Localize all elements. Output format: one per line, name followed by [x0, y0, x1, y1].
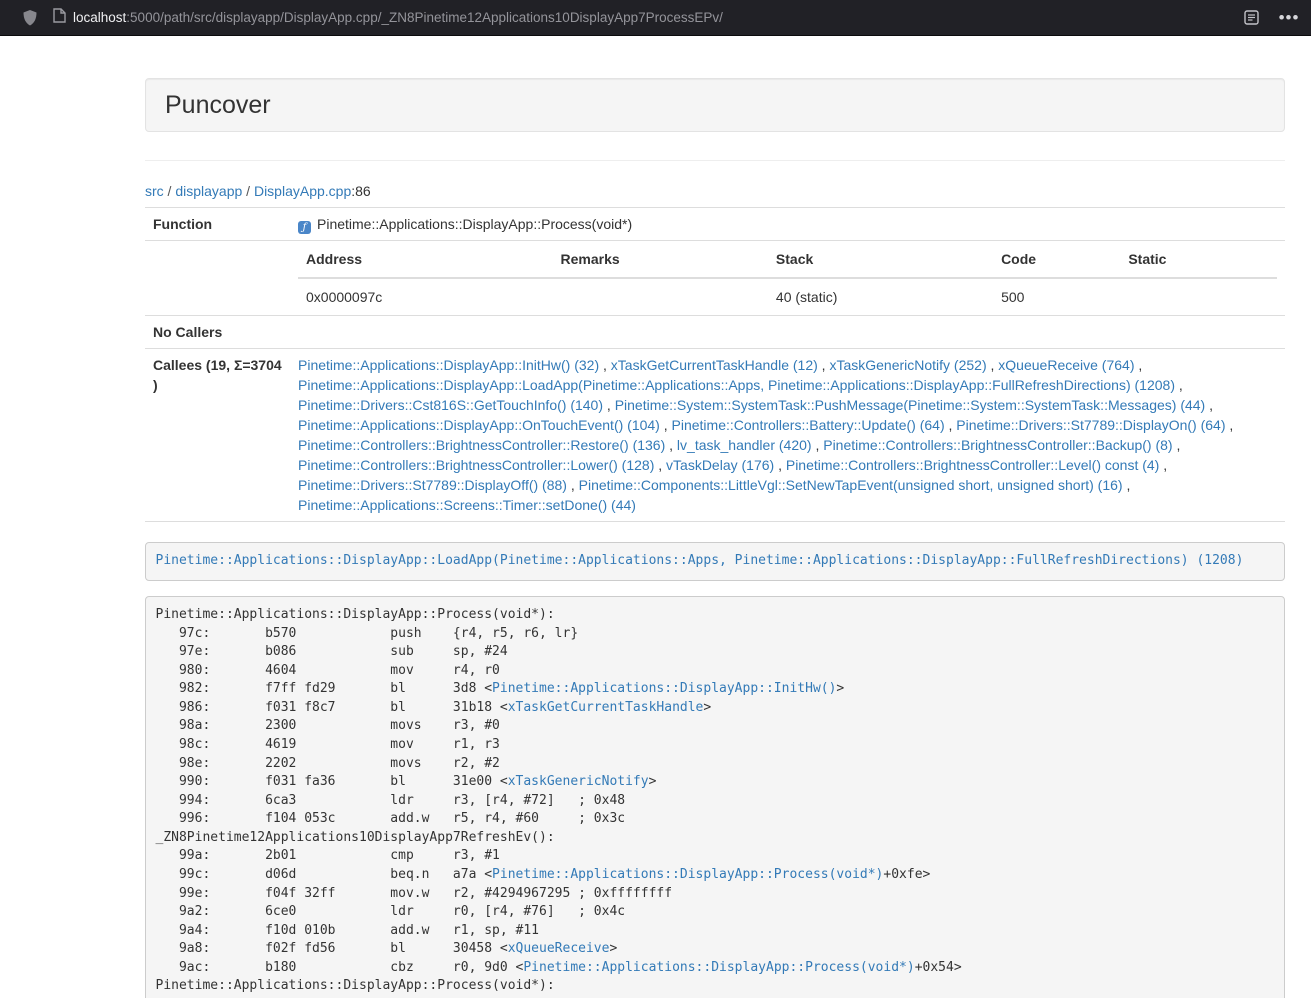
code-text: 97c: b570 push {r4, r5, r6, lr}	[156, 626, 579, 641]
code-text: +0x54>	[915, 960, 962, 975]
function-label: Function	[145, 208, 290, 241]
url-text: localhost:5000/path/src/displayapp/Displ…	[73, 10, 723, 25]
callers-row: No Callers	[145, 316, 1285, 349]
callee-link[interactable]: Pinetime::Controllers::BrightnessControl…	[786, 457, 1159, 473]
no-callers-label: No Callers	[145, 316, 290, 349]
code-text: 9ac: b180 cbz r0, 9d0 <	[156, 960, 524, 975]
callee-link[interactable]: Pinetime::Controllers::Battery::Update()…	[672, 417, 945, 433]
breadcrumb-link[interactable]: src	[145, 183, 164, 199]
breadcrumb-separator: /	[164, 183, 176, 199]
stats-value	[553, 278, 768, 309]
callees-label: Callees (19, Σ=3704 )	[145, 349, 290, 522]
code-text: 99a: 2b01 cmp r3, #1	[156, 848, 500, 863]
code-text: >	[649, 774, 657, 789]
breadcrumb: src / displayapp / DisplayApp.cpp:86	[145, 183, 1285, 199]
stats-header: Address	[298, 247, 553, 278]
stats-header-row: AddressRemarksStackCodeStatic	[298, 247, 1277, 278]
function-row: Function ƒ Pinetime::Applications::Displa…	[145, 208, 1285, 241]
code-text: Pinetime::Applications::DisplayApp::Proc…	[156, 607, 555, 622]
callee-link[interactable]: xQueueReceive (764)	[998, 357, 1134, 373]
breadcrumb-link[interactable]: DisplayApp.cpp	[254, 183, 351, 199]
code-text: 980: 4604 mov r4, r0	[156, 663, 500, 678]
code-symbol-link[interactable]: Pinetime::Applications::DisplayApp::Proc…	[523, 960, 914, 975]
code-text: >	[836, 681, 844, 696]
page-icon[interactable]	[53, 8, 66, 28]
stats-header: Remarks	[553, 247, 768, 278]
callee-link[interactable]: Pinetime::Applications::Screens::Timer::…	[298, 497, 636, 513]
callee-link[interactable]: Pinetime::Applications::DisplayApp::OnTo…	[298, 417, 660, 433]
code-text: 98e: 2202 movs r2, #2	[156, 756, 500, 771]
callees-row: Callees (19, Σ=3704 ) Pinetime::Applicat…	[145, 349, 1285, 522]
breadcrumb-link[interactable]: displayapp	[175, 183, 242, 199]
disassembly: Pinetime::Applications::DisplayApp::Proc…	[145, 596, 1285, 998]
code-text: 9a8: f02f fd56 bl 30458 <	[156, 941, 508, 956]
code-symbol-link[interactable]: xTaskGetCurrentTaskHandle	[508, 700, 704, 715]
stats-value	[1120, 278, 1277, 309]
breadcrumb-separator: /	[242, 183, 254, 199]
page-title: Puncover	[165, 89, 1265, 121]
callee-link[interactable]: xTaskGenericNotify (252)	[829, 357, 986, 373]
code-symbol-link[interactable]: Pinetime::Applications::DisplayApp::Proc…	[492, 867, 883, 882]
code-text: 9a2: 6ce0 ldr r0, [r4, #76] ; 0x4c	[156, 904, 626, 919]
stats-row: AddressRemarksStackCodeStatic 0x0000097c…	[145, 241, 1285, 316]
callees-list: Pinetime::Applications::DisplayApp::Init…	[290, 349, 1285, 522]
code-text: 996: f104 053c add.w r5, r4, #60 ; 0x3c	[156, 811, 626, 826]
symbol-table: Function ƒPinetime::Applications::Displa…	[145, 207, 1285, 522]
code-text: Pinetime::Applications::DisplayApp::Proc…	[156, 978, 555, 993]
stats-value: 40 (static)	[768, 278, 993, 309]
stats-header: Static	[1120, 247, 1277, 278]
code-symbol-link[interactable]: xQueueReceive	[508, 941, 610, 956]
code-text: 98c: 4619 mov r1, r3	[156, 737, 500, 752]
code-text: 990: f031 fa36 bl 31e00 <	[156, 774, 508, 789]
shield-icon[interactable]	[13, 10, 47, 26]
url-bar[interactable]: localhost:5000/path/src/displayapp/Displ…	[53, 8, 1233, 28]
function-icon: ƒ	[298, 221, 311, 234]
divider	[145, 160, 1285, 161]
code-text: 97e: b086 sub sp, #24	[156, 644, 508, 659]
callee-link[interactable]: Pinetime::System::SystemTask::PushMessag…	[615, 397, 1206, 413]
stats-value-row: 0x0000097c 40 (static)500	[298, 278, 1277, 309]
url-path: :5000/path/src/displayapp/DisplayApp.cpp…	[126, 10, 723, 25]
code-text: 986: f031 f8c7 bl 31b18 <	[156, 700, 508, 715]
stats-header: Stack	[768, 247, 993, 278]
callee-link[interactable]: Pinetime::Drivers::St7789::DisplayOff() …	[298, 477, 567, 493]
code-text: >	[609, 941, 617, 956]
function-name: Pinetime::Applications::DisplayApp::Proc…	[317, 216, 632, 232]
stats-header: Code	[993, 247, 1120, 278]
callee-link[interactable]: lv_task_handler (420)	[677, 437, 812, 453]
menu-dots-icon[interactable]: •••	[1269, 13, 1309, 23]
callee-link[interactable]: xTaskGetCurrentTaskHandle (12)	[611, 357, 818, 373]
highlighted-symbol-line[interactable]: Pinetime::Applications::DisplayApp::Load…	[145, 542, 1285, 581]
callee-link[interactable]: Pinetime::Drivers::Cst816S::GetTouchInfo…	[298, 397, 603, 413]
callee-link[interactable]: Pinetime::Drivers::St7789::DisplayOn() (…	[956, 417, 1225, 433]
reader-view-icon[interactable]	[1233, 10, 1269, 25]
callee-link[interactable]: Pinetime::Controllers::BrightnessControl…	[298, 457, 654, 473]
code-text: 98a: 2300 movs r3, #0	[156, 718, 500, 733]
code-text: 99c: d06d beq.n a7a <	[156, 867, 493, 882]
code-text: >	[703, 700, 711, 715]
function-name-cell: ƒ Pinetime::Applications::DisplayApp::Pro…	[290, 208, 1285, 241]
callee-link[interactable]: Pinetime::Applications::DisplayApp::Load…	[298, 377, 1175, 393]
code-text: 9a4: f10d 010b add.w r1, sp, #11	[156, 923, 540, 938]
code-text: +0xfe>	[883, 867, 930, 882]
stats-value: 500	[993, 278, 1120, 309]
code-text: 99e: f04f 32ff mov.w r2, #4294967295 ; 0…	[156, 886, 673, 901]
main-content: Puncover src / displayapp / DisplayApp.c…	[145, 78, 1285, 998]
code-text: 994: 6ca3 ldr r3, [r4, #72] ; 0x48	[156, 793, 626, 808]
stats-table: AddressRemarksStackCodeStatic 0x0000097c…	[298, 247, 1277, 309]
app-header-panel: Puncover	[145, 78, 1285, 132]
code-text: _ZN8Pinetime12Applications10DisplayApp7R…	[156, 830, 555, 845]
breadcrumb-line-number: :86	[351, 183, 370, 199]
callee-link[interactable]: Pinetime::Controllers::BrightnessControl…	[823, 437, 1172, 453]
code-text: 982: f7ff fd29 bl 3d8 <	[156, 681, 493, 696]
callee-link[interactable]: Pinetime::Controllers::BrightnessControl…	[298, 437, 665, 453]
callee-link[interactable]: Pinetime::Components::LittleVgl::SetNewT…	[579, 477, 1123, 493]
stats-value: 0x0000097c	[298, 278, 553, 309]
callee-link[interactable]: vTaskDelay (176)	[666, 457, 774, 473]
browser-toolbar: localhost:5000/path/src/displayapp/Displ…	[0, 0, 1311, 36]
callee-link[interactable]: Pinetime::Applications::DisplayApp::Init…	[298, 357, 599, 373]
url-host: localhost	[73, 10, 126, 25]
code-symbol-link[interactable]: xTaskGenericNotify	[508, 774, 649, 789]
code-symbol-link[interactable]: Pinetime::Applications::DisplayApp::Init…	[492, 681, 836, 696]
